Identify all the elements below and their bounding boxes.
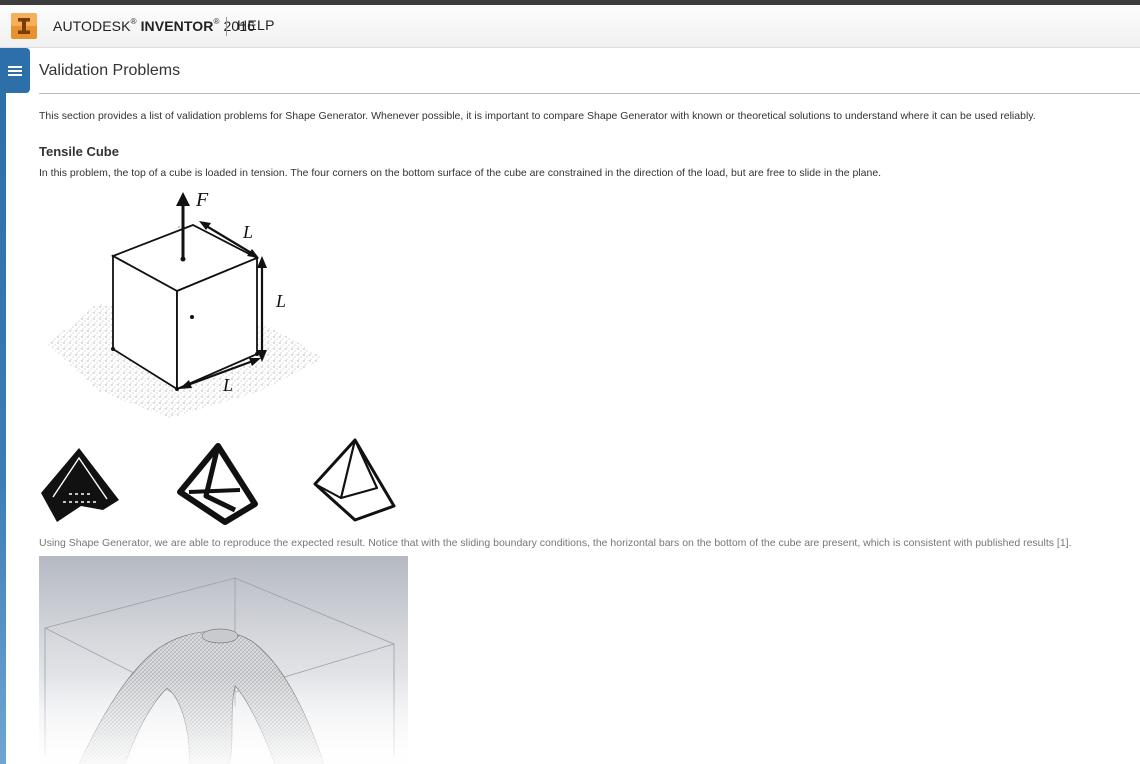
length-label-side: L — [275, 291, 286, 311]
toc-side-rail — [0, 48, 6, 764]
product-name: AUTODESK® INVENTOR® 2016 — [53, 17, 255, 34]
published-results-figure — [41, 438, 396, 525]
title-divider — [39, 93, 1140, 94]
length-label-bottom: L — [222, 375, 233, 395]
result-shape-1 — [41, 448, 119, 522]
length-label-top: L — [242, 222, 253, 242]
inventor-logo-icon[interactable] — [11, 13, 37, 39]
intro-paragraph: This section provides a list of validati… — [39, 110, 1036, 122]
help-header: AUTODESK® INVENTOR® 2016 HELP — [0, 5, 1140, 48]
section-heading: Tensile Cube — [39, 144, 119, 159]
force-label: F — [195, 189, 209, 211]
page-title: Validation Problems — [39, 62, 181, 79]
header-divider — [226, 17, 227, 36]
result-shape-3 — [313, 438, 396, 522]
toc-toggle-button[interactable] — [0, 48, 30, 93]
help-label: HELP — [237, 17, 275, 33]
result-caption: Using Shape Generator, we are able to re… — [39, 537, 1072, 549]
section-description: In this problem, the top of a cube is lo… — [39, 167, 882, 179]
result-shape-2 — [177, 443, 258, 525]
tensile-cube-figure: F L L L — [47, 189, 324, 418]
shape-generator-result-image — [39, 556, 408, 764]
